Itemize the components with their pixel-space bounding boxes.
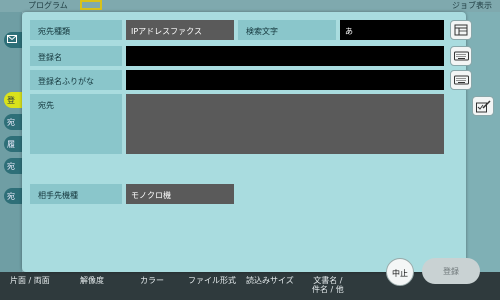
left-tab-2[interactable]: 履 <box>4 136 22 152</box>
reg-name-keyboard-button[interactable] <box>450 46 472 66</box>
left-tab-strip: 登 宛 履 宛 宛 <box>0 12 22 274</box>
destination-field[interactable] <box>126 94 444 154</box>
reg-name-kana-keyboard-button[interactable] <box>450 70 472 90</box>
edit-icon <box>476 100 491 113</box>
address-register-dialog: 宛先種類 IPアドレスファクス 検索文字 あ 登録名 登録名ふりがな 宛先 相手… <box>22 12 494 272</box>
search-char-field[interactable]: あ <box>340 20 444 40</box>
left-tab-1[interactable]: 宛 <box>4 114 22 130</box>
bottom-tab-duplex[interactable]: 片面 / 両面 <box>10 276 50 285</box>
destination-type-label: 宛先種類 <box>30 20 122 40</box>
reg-name-kana-field[interactable] <box>126 70 444 90</box>
partner-model-label: 相手先機種 <box>30 184 122 204</box>
bottom-tab-file-format[interactable]: ファイル形式 <box>188 276 236 285</box>
partner-model-value[interactable]: モノクロ機 <box>126 184 234 204</box>
bottom-tab-resolution[interactable]: 解像度 <box>80 276 104 285</box>
destination-edit-button[interactable] <box>472 96 494 116</box>
bottom-tab-scan-size[interactable]: 読込みサイズ <box>246 276 294 285</box>
left-tab-4[interactable]: 宛 <box>4 188 22 204</box>
list-button[interactable] <box>450 20 472 40</box>
job-display-tab[interactable]: ジョブ表示 <box>452 0 492 11</box>
register-button[interactable]: 登録 <box>422 258 480 284</box>
top-bar: プログラム ジョブ表示 <box>0 0 500 12</box>
destination-label: 宛先 <box>30 94 122 154</box>
program-tab[interactable]: プログラム <box>28 0 68 11</box>
mail-icon[interactable] <box>4 32 22 48</box>
reg-name-label: 登録名 <box>30 46 122 66</box>
reg-name-kana-label: 登録名ふりがな <box>30 70 122 90</box>
bottom-tab-doc-name[interactable]: 文書名 / 件名 / 他 <box>312 276 344 294</box>
search-char-label: 検索文字 <box>238 20 336 40</box>
highlighted-tab[interactable] <box>80 0 102 10</box>
cancel-button[interactable]: 中止 <box>386 258 414 286</box>
destination-type-value[interactable]: IPアドレスファクス <box>126 20 234 40</box>
bottom-tab-color[interactable]: カラー <box>140 276 164 285</box>
keyboard-icon <box>454 51 469 61</box>
left-tab-0[interactable]: 登 <box>4 92 22 108</box>
list-icon <box>454 24 468 36</box>
left-tab-3[interactable]: 宛 <box>4 158 22 174</box>
keyboard-icon <box>454 75 469 85</box>
reg-name-field[interactable] <box>126 46 444 66</box>
